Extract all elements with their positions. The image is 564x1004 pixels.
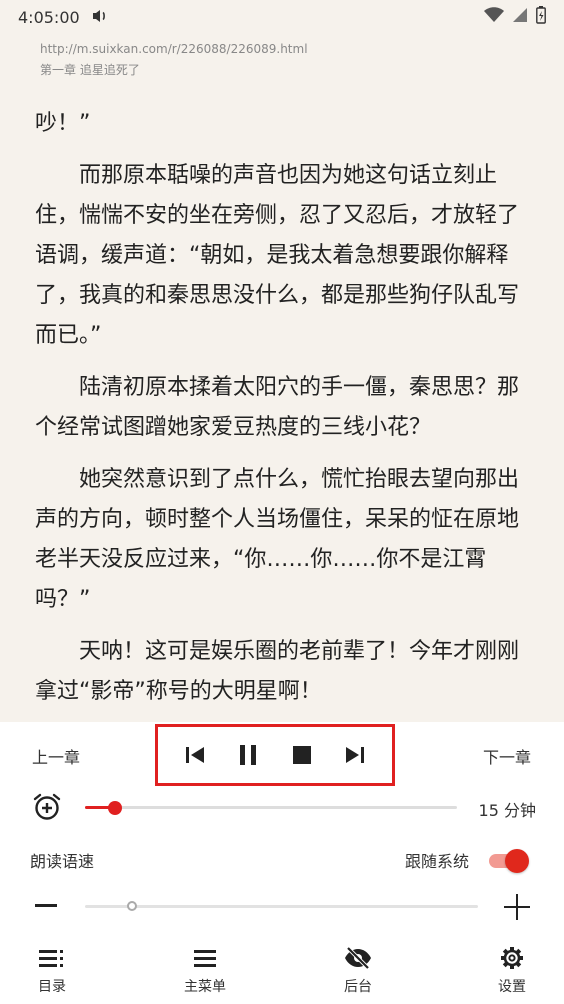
nav-item-settings[interactable]: 设置 (472, 944, 552, 996)
status-time: 4:05:00 (18, 7, 80, 27)
plus-icon[interactable] (504, 894, 530, 920)
skip-next-icon[interactable] (339, 739, 371, 771)
nav-label: 目录 (38, 979, 66, 995)
page-url: http://m.suixkan.com/r/226088/226089.htm… (40, 42, 308, 56)
gear-icon (472, 944, 552, 972)
playback-row: 上一章 下一章 (0, 722, 564, 786)
skip-previous-icon[interactable] (179, 739, 211, 771)
prev-chapter-button[interactable]: 上一章 (32, 744, 80, 768)
reader-content: 吵！” 而那原本聒噪的声音也因为她这句话立刻止住，惴惴不安的坐在旁侧，忍了又忍后… (35, 104, 535, 724)
menu-icon (165, 944, 245, 972)
nav-item-toc[interactable]: 目录 (12, 944, 92, 996)
minus-icon[interactable] (35, 904, 57, 907)
paragraph: 陆清初原本揉着太阳穴的手一僵，秦思思？那个经常试图蹭她家爱豆热度的三线小花？ (35, 375, 520, 440)
alarm-add-icon[interactable] (32, 792, 62, 822)
speed-rate-row (0, 888, 564, 928)
paragraph: 她突然意识到了点什么，慌忙抬眼去望向那出声的方向，顿时整个人当场僵住，呆呆的怔在… (35, 467, 520, 612)
paragraph: 吵！” (35, 111, 91, 136)
pause-icon[interactable] (232, 739, 264, 771)
stop-icon[interactable] (286, 739, 318, 771)
next-chapter-button[interactable]: 下一章 (483, 744, 531, 768)
nav-label: 设置 (498, 979, 526, 995)
speed-slider[interactable] (85, 901, 478, 911)
bottom-nav: 目录 主菜单 后台 设置 (0, 934, 564, 1004)
player-controls (155, 724, 395, 786)
volume-icon (92, 8, 108, 27)
follow-system-toggle[interactable] (487, 848, 529, 874)
toggle-knob (505, 849, 529, 873)
status-bar: 4:05:00 (0, 0, 564, 34)
battery-icon (536, 6, 546, 28)
wifi-icon (484, 7, 504, 27)
speed-slider-thumb[interactable] (127, 901, 138, 911)
paragraph: 天呐！这可是娱乐圈的老前辈了！今年才刚刚拿过“影帝”称号的大明星啊！ (35, 639, 520, 704)
timer-row: 15 分钟 (0, 788, 564, 828)
follow-system-label: 跟随系统 (405, 852, 470, 871)
eye-off-icon (318, 944, 398, 972)
timer-slider-thumb[interactable] (107, 800, 122, 815)
nav-item-main-menu[interactable]: 主菜单 (165, 944, 245, 996)
nav-label: 后台 (344, 979, 372, 995)
timer-value: 15 分钟 (478, 801, 536, 820)
paragraph: 而那原本聒噪的声音也因为她这句话立刻止住，惴惴不安的坐在旁侧，忍了又忍后，才放轻… (35, 163, 520, 348)
read-aloud-panel: 上一章 下一章 15 分钟 朗读语速 跟随系统 目录 主菜单 后台 设置 (0, 722, 564, 1004)
chapter-title: 第一章 追星追死了 (40, 63, 140, 77)
nav-label: 主菜单 (184, 979, 226, 995)
nav-item-background[interactable]: 后台 (318, 944, 398, 996)
toc-icon (12, 944, 92, 972)
speed-label: 朗读语速 (30, 852, 95, 871)
timer-slider[interactable] (85, 800, 457, 815)
signal-icon (512, 7, 528, 27)
speed-row: 朗读语速 跟随系统 (0, 842, 564, 882)
